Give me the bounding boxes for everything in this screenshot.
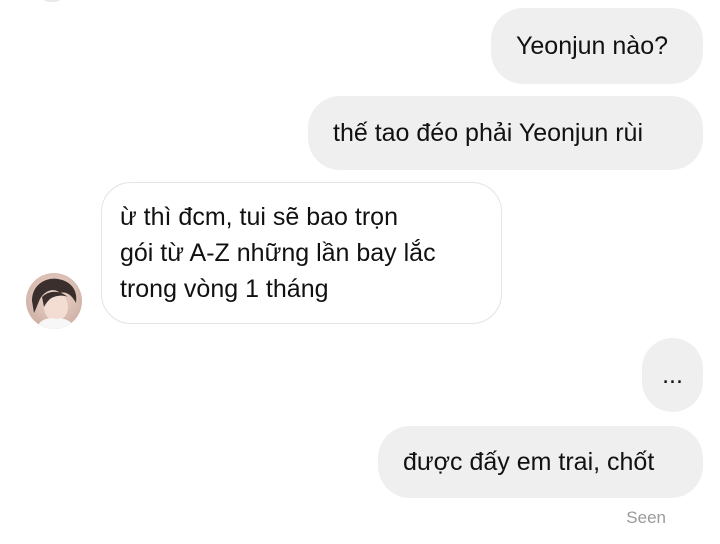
message-outgoing[interactable]: Yeonjun nào? [491,8,703,84]
message-text: thế tao đéo phải Yeonjun rùi [333,119,643,147]
message-text: ... [662,361,683,389]
message-text: Yeonjun nào? [516,32,669,60]
message-text-line: trong vòng 1 tháng [120,275,329,303]
partial-avatar-hint [40,0,64,2]
message-text-line: ừ thì đcm, tui sẽ bao trọn [120,203,398,231]
message-incoming[interactable]: ừ thì đcm, tui sẽ bao trọn gói từ A-Z nh… [101,182,502,324]
message-outgoing[interactable]: thế tao đéo phải Yeonjun rùi [308,96,703,170]
message-outgoing[interactable]: được đấy em trai, chốt [378,426,703,498]
message-outgoing[interactable]: ... [642,338,703,412]
avatar-photo-icon [26,273,82,329]
chat-thread: Yeonjun nào? thế tao đéo phải Yeonjun rù… [0,0,720,544]
avatar[interactable] [26,273,82,329]
message-text-line: gói từ A-Z những lần bay lắc [120,239,436,267]
message-text: được đấy em trai, chốt [403,448,655,476]
seen-status: Seen [626,508,666,527]
